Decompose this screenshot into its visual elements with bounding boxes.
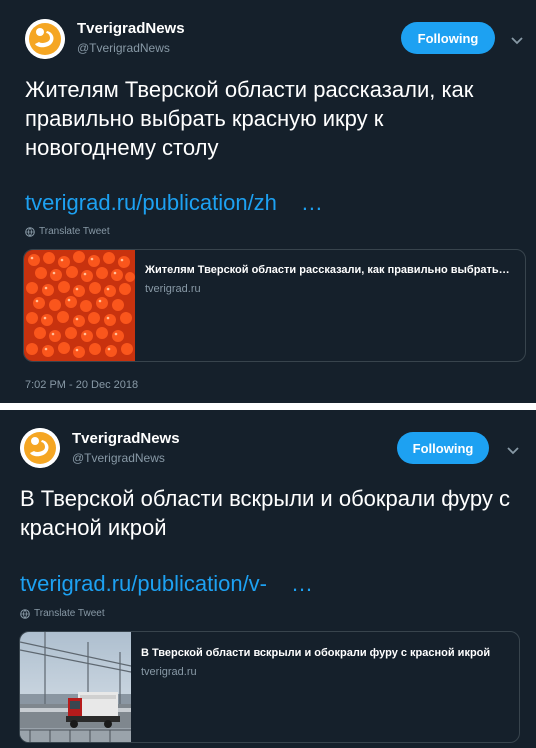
- card-image[interactable]: [20, 632, 131, 742]
- tverigrad-logo-icon: [20, 428, 60, 468]
- card-title[interactable]: Жителям Тверской области рассказали, как…: [145, 264, 515, 276]
- author-name[interactable]: TverigradNews: [72, 430, 180, 447]
- globe-icon: [25, 226, 35, 237]
- author-name[interactable]: TverigradNews: [77, 20, 185, 37]
- tweet-1: TverigradNews @TverigradNews Following Ж…: [0, 0, 536, 403]
- card-image[interactable]: [24, 250, 135, 361]
- following-button[interactable]: Following: [401, 22, 495, 54]
- link-card[interactable]: Жителям Тверской области рассказали, как…: [23, 249, 526, 362]
- translate-label[interactable]: Translate Tweet: [39, 226, 110, 237]
- card-title[interactable]: В Тверской области вскрыли и обокрали фу…: [141, 647, 511, 659]
- link-url[interactable]: tverigrad.ru/publication/v-: [20, 571, 267, 596]
- tverigrad-logo-icon: [25, 19, 65, 59]
- author-handle[interactable]: @TverigradNews: [77, 41, 170, 55]
- translate-tweet[interactable]: Translate Tweet: [25, 226, 110, 237]
- tweet-text: Жителям Тверской области рассказали, как…: [25, 77, 474, 160]
- link-url[interactable]: tverigrad.ru/publication/zh: [25, 190, 277, 215]
- tweet-link[interactable]: tverigrad.ru/publication/zh …: [25, 190, 323, 216]
- card-domain: tverigrad.ru: [141, 666, 197, 678]
- chevron-down-icon[interactable]: [510, 36, 524, 46]
- tweet-timestamp[interactable]: 7:02 PM - 20 Dec 2018: [25, 379, 138, 391]
- tweet-link[interactable]: tverigrad.ru/publication/v- …: [20, 571, 313, 597]
- chevron-down-icon[interactable]: [506, 446, 520, 456]
- link-ellipsis[interactable]: …: [291, 571, 313, 596]
- translate-tweet[interactable]: Translate Tweet: [20, 608, 105, 619]
- tweet-2: TverigradNews @TverigradNews Following В…: [0, 410, 536, 748]
- red-caviar-image: [24, 250, 135, 361]
- avatar[interactable]: [25, 19, 65, 59]
- globe-icon: [20, 608, 30, 619]
- avatar[interactable]: [20, 428, 60, 468]
- author-handle[interactable]: @TverigradNews: [72, 451, 165, 465]
- translate-label[interactable]: Translate Tweet: [34, 608, 105, 619]
- link-card[interactable]: В Тверской области вскрыли и обокрали фу…: [19, 631, 520, 743]
- truck-on-bridge-image: [20, 632, 131, 742]
- following-button[interactable]: Following: [397, 432, 489, 464]
- link-ellipsis[interactable]: …: [301, 190, 323, 215]
- card-domain: tverigrad.ru: [145, 283, 201, 295]
- tweet-text: В Тверской области вскрыли и обокрали фу…: [20, 486, 510, 540]
